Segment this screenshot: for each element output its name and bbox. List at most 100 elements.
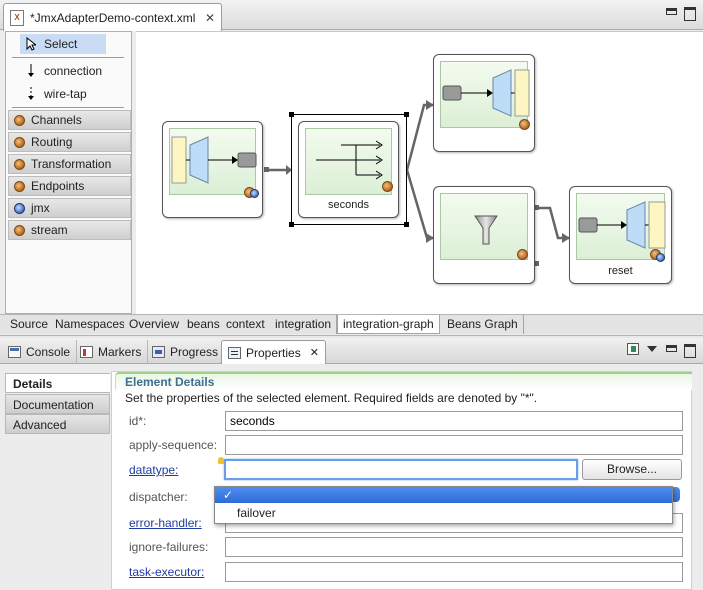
editor-tab-title: *JmxAdapterDemo-context.xml bbox=[30, 10, 196, 25]
close-icon[interactable]: ✕ bbox=[205, 11, 215, 25]
jmx-bean-icon bbox=[14, 202, 25, 214]
maximize-icon[interactable] bbox=[684, 7, 696, 21]
palette-tool-connection[interactable]: connection bbox=[20, 61, 102, 81]
tab-advanced[interactable]: Advanced bbox=[5, 414, 110, 434]
maximize-icon[interactable] bbox=[684, 343, 696, 358]
outbound-adapter-icon bbox=[442, 69, 530, 117]
tab-documentation[interactable]: Documentation bbox=[5, 394, 110, 414]
minimize-icon[interactable] bbox=[665, 344, 677, 355]
view-tab-bar: Console Markers Progress Properties ✕ bbox=[0, 338, 703, 364]
arrow-cursor-icon bbox=[26, 37, 36, 51]
jmx-badge-icon bbox=[656, 253, 665, 262]
browse-button[interactable]: Browse... bbox=[582, 459, 682, 480]
palette-tool-label: connection bbox=[44, 64, 103, 78]
node-body bbox=[440, 61, 530, 128]
pin-icon[interactable] bbox=[627, 343, 639, 355]
minimize-icon[interactable] bbox=[665, 7, 677, 18]
graph-editor: X *JmxAdapterDemo-context.xml ✕ Select c… bbox=[0, 0, 703, 336]
field-label-id: id*: bbox=[129, 414, 147, 428]
editor-window-controls bbox=[665, 7, 696, 21]
drawer-label: stream bbox=[31, 223, 68, 237]
graph-node-filter[interactable] bbox=[433, 186, 535, 284]
editor-tab[interactable]: X *JmxAdapterDemo-context.xml ✕ bbox=[3, 3, 222, 31]
tab-integration-graph[interactable]: integration-graph bbox=[337, 315, 440, 334]
close-icon[interactable]: ✕ bbox=[310, 346, 319, 359]
section-description: Set the properties of the selected eleme… bbox=[125, 391, 538, 405]
field-label-apply-sequence: apply-sequence: bbox=[129, 438, 218, 452]
node-body bbox=[440, 193, 528, 260]
views-panel: Console Markers Progress Properties ✕ De… bbox=[0, 338, 703, 590]
tab-console[interactable]: Console bbox=[2, 340, 78, 364]
inbound-adapter-icon bbox=[171, 136, 257, 184]
palette: Select connection wire-tap Channels Rout… bbox=[5, 31, 132, 314]
connection-arrow-icon bbox=[28, 64, 34, 77]
graph-node-reset[interactable]: reset bbox=[569, 186, 672, 284]
field-label-ignore-failures: ignore-failures: bbox=[129, 540, 209, 554]
bean-icon bbox=[517, 249, 528, 260]
selection-handle[interactable] bbox=[404, 222, 409, 227]
tab-label: Progress bbox=[170, 345, 219, 359]
ignore-failures-field[interactable] bbox=[225, 537, 683, 557]
task-executor-link[interactable]: task-executor: bbox=[129, 565, 204, 579]
tab-namespaces[interactable]: Namespaces bbox=[50, 315, 132, 334]
selection-handle[interactable] bbox=[404, 112, 409, 117]
palette-drawer-routing[interactable]: Routing bbox=[8, 132, 131, 152]
tab-details[interactable]: Details bbox=[5, 373, 110, 393]
tab-source[interactable]: Source bbox=[5, 315, 55, 334]
palette-drawer-transformation[interactable]: Transformation bbox=[8, 154, 131, 174]
bean-icon bbox=[14, 114, 25, 126]
dropdown-option-failover[interactable]: failover bbox=[237, 505, 276, 521]
tab-progress[interactable]: Progress bbox=[146, 340, 226, 364]
dispatcher-dropdown[interactable]: ✓ failover bbox=[214, 486, 673, 524]
id-field[interactable] bbox=[225, 411, 683, 431]
palette-tool-label: wire-tap bbox=[44, 87, 87, 101]
palette-tool-wire-tap[interactable]: wire-tap bbox=[20, 84, 87, 104]
graph-node-jmx-inbound-adapter[interactable] bbox=[162, 121, 263, 218]
tab-context[interactable]: context bbox=[221, 315, 271, 334]
task-executor-field[interactable] bbox=[225, 562, 683, 582]
palette-separator bbox=[12, 107, 124, 108]
tab-integration[interactable]: integration bbox=[270, 315, 338, 334]
section-title[interactable]: Element Details bbox=[115, 372, 692, 390]
palette-separator bbox=[12, 57, 124, 58]
dropdown-option-selected[interactable]: ✓ bbox=[215, 487, 672, 503]
selection-handle[interactable] bbox=[289, 222, 294, 227]
view-toolbar bbox=[627, 343, 696, 358]
graph-canvas[interactable]: seconds reset bbox=[136, 31, 703, 314]
palette-drawer-jmx[interactable]: jmx bbox=[8, 198, 131, 218]
xml-file-icon: X bbox=[10, 9, 24, 26]
drawer-label: jmx bbox=[31, 201, 50, 215]
tab-label: Console bbox=[26, 345, 71, 359]
datatype-field[interactable] bbox=[224, 459, 578, 480]
drawer-label: Routing bbox=[31, 135, 73, 149]
tab-beans[interactable]: beans bbox=[182, 315, 226, 334]
tab-properties[interactable]: Properties ✕ bbox=[221, 340, 326, 364]
properties-icon bbox=[228, 346, 241, 359]
drawer-label: Endpoints bbox=[31, 179, 85, 193]
palette-drawer-endpoints[interactable]: Endpoints bbox=[8, 176, 131, 196]
palette-drawer-channels[interactable]: Channels bbox=[8, 110, 131, 130]
graph-node-outbound-adapter[interactable] bbox=[433, 54, 535, 152]
error-handler-link[interactable]: error-handler: bbox=[129, 516, 202, 530]
tab-overview[interactable]: Overview bbox=[124, 315, 186, 334]
apply-sequence-field[interactable] bbox=[225, 435, 683, 455]
view-menu-icon[interactable] bbox=[647, 346, 657, 352]
jmx-badge-icon bbox=[250, 189, 259, 198]
tab-beans-graph[interactable]: Beans Graph bbox=[442, 315, 524, 334]
editor-page-tabs: Source Namespaces Overview beans context… bbox=[0, 314, 703, 334]
wire-tap-arrow-icon bbox=[28, 87, 34, 100]
palette-tool-select[interactable]: Select bbox=[20, 34, 106, 54]
tab-label: Markers bbox=[98, 345, 142, 359]
bean-icon bbox=[14, 224, 25, 236]
field-label-dispatcher: dispatcher: bbox=[129, 490, 188, 504]
palette-drawer-stream[interactable]: stream bbox=[8, 220, 131, 240]
bean-icon bbox=[519, 119, 530, 130]
properties-side-tabs: Details Documentation Advanced bbox=[5, 373, 110, 587]
datatype-link[interactable]: datatype: bbox=[129, 463, 178, 477]
bean-icon bbox=[14, 180, 25, 192]
properties-panel: Element Details Set the properties of th… bbox=[111, 371, 692, 590]
bean-icon bbox=[14, 136, 25, 148]
node-body bbox=[169, 128, 257, 195]
tab-markers[interactable]: Markers bbox=[74, 340, 149, 364]
selection-handle[interactable] bbox=[289, 112, 294, 117]
